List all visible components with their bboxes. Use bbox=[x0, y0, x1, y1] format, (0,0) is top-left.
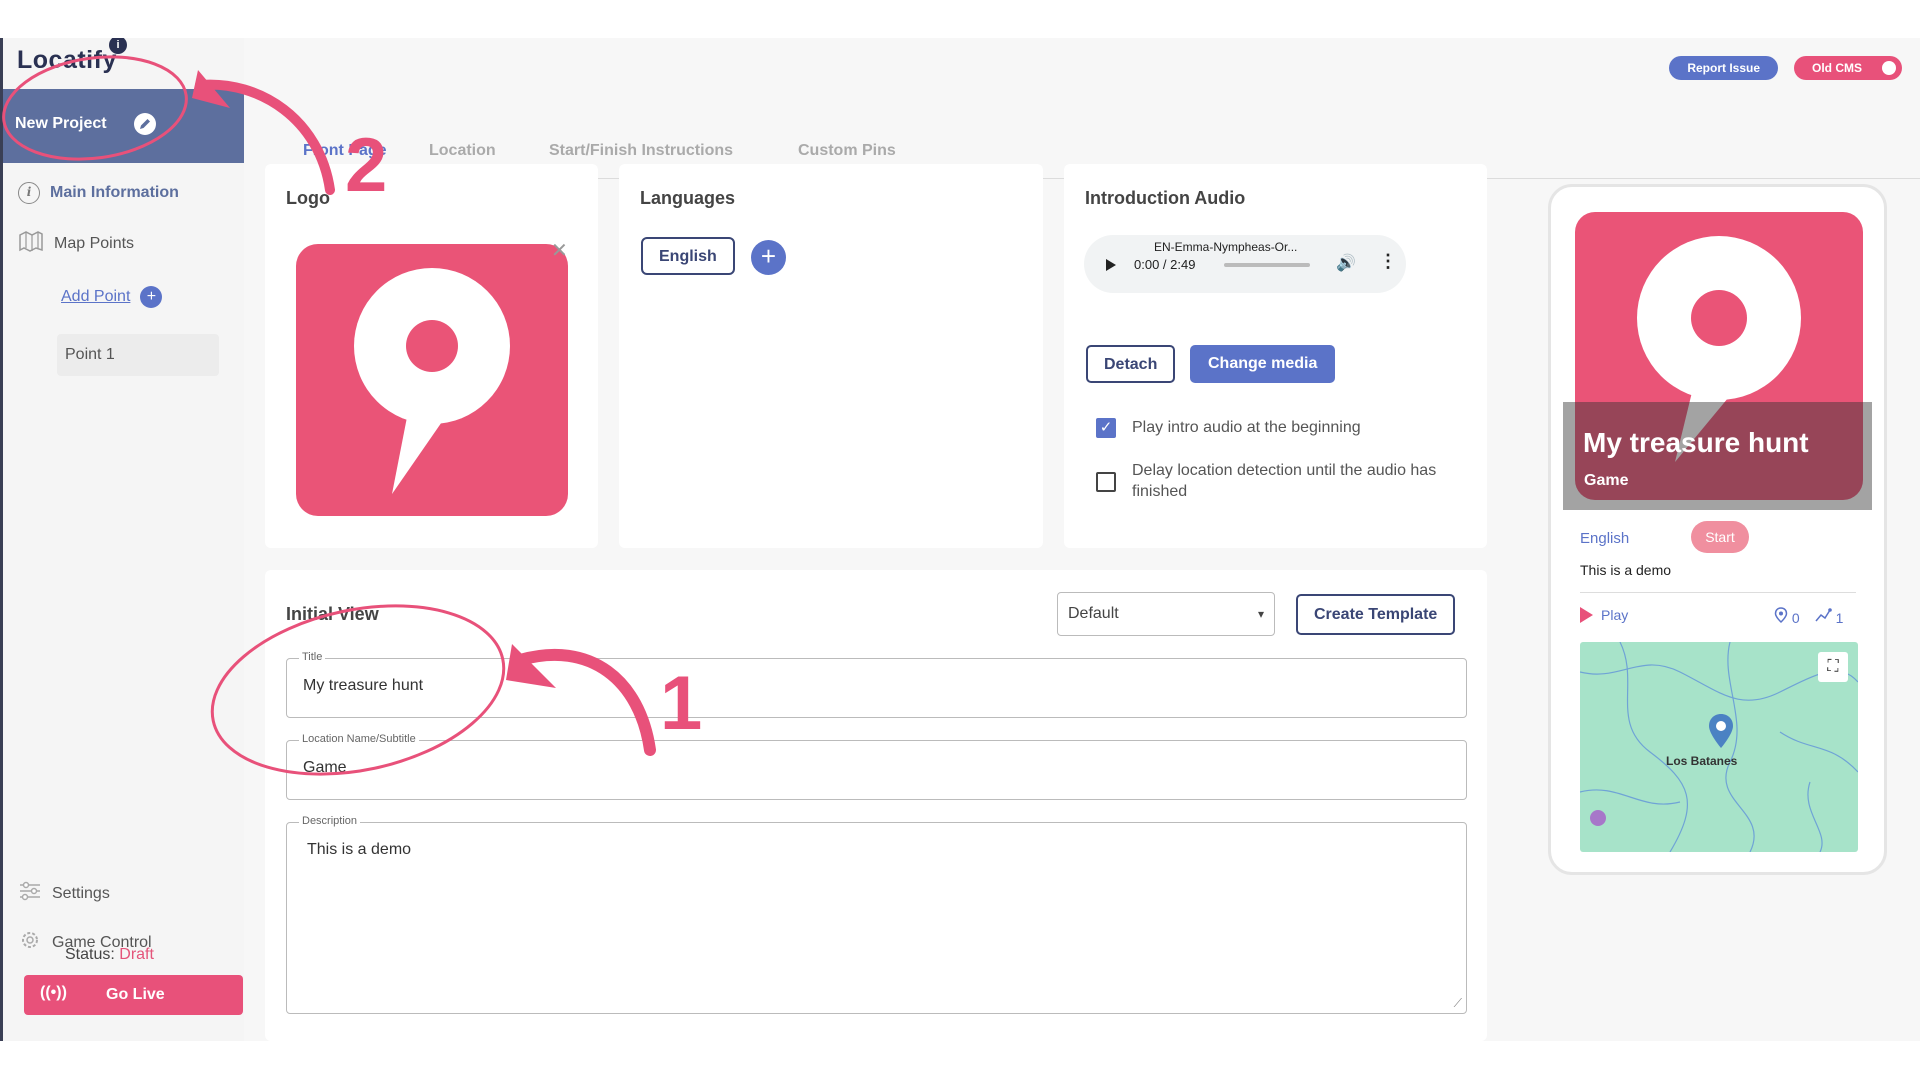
go-live-label: Go Live bbox=[106, 986, 165, 1003]
subtitle-field[interactable]: Location Name/Subtitle Game bbox=[286, 733, 1467, 800]
header-actions: Report Issue Old CMS bbox=[1669, 56, 1902, 80]
tab-start-finish-instructions[interactable]: Start/Finish Instructions bbox=[549, 142, 733, 160]
brand-name: Locatify bbox=[17, 46, 117, 74]
info-icon: i bbox=[18, 182, 40, 204]
chevron-down-icon: ▾ bbox=[1257, 607, 1264, 621]
detach-button[interactable]: Detach bbox=[1086, 345, 1176, 383]
card-title: Logo bbox=[286, 188, 330, 208]
preview-start-button[interactable]: Start bbox=[1691, 521, 1749, 553]
old-cms-label: Old CMS bbox=[1812, 61, 1862, 75]
delay-detection-label: Delay location detection until the audio… bbox=[1132, 462, 1437, 500]
language-chip-english[interactable]: English bbox=[641, 237, 735, 275]
route-count: 1 bbox=[1814, 607, 1844, 626]
status-badge: Draft bbox=[119, 946, 154, 963]
phone-preview: My treasure hunt Game English Start This… bbox=[1548, 184, 1887, 875]
add-point-button[interactable]: Add Point + bbox=[61, 286, 163, 308]
description-field-label: Description bbox=[299, 815, 361, 827]
audio-seek-slider[interactable] bbox=[1224, 263, 1310, 267]
project-header[interactable]: New Project bbox=[3, 89, 244, 163]
sidebar-item-label: Map Points bbox=[54, 234, 135, 252]
logo-image[interactable] bbox=[296, 244, 568, 516]
title-field-value: My treasure hunt bbox=[303, 677, 424, 694]
add-language-button[interactable]: + bbox=[751, 240, 786, 275]
tab-location[interactable]: Location bbox=[429, 142, 496, 160]
map-pin-icon[interactable] bbox=[1707, 712, 1735, 755]
preview-play-button[interactable]: Play bbox=[1580, 607, 1628, 623]
subtitle-field-label: Location Name/Subtitle bbox=[299, 733, 419, 745]
brand-logo: Locatify bbox=[17, 46, 117, 75]
audio-player: EN-Emma-Nympheas-Or... 0:00 / 2:49 🔊 ⋮ bbox=[1084, 235, 1406, 293]
plus-icon[interactable]: + bbox=[140, 286, 163, 308]
pin-count-value: 0 bbox=[1791, 610, 1800, 626]
project-name: New Project bbox=[15, 115, 107, 132]
card-title: Languages bbox=[640, 188, 736, 208]
route-count-value: 1 bbox=[1835, 610, 1844, 626]
sidebar-item-main-information[interactable]: i Main Information bbox=[18, 182, 179, 204]
change-media-button[interactable]: Change media bbox=[1190, 345, 1336, 383]
annotation-number-2: 2 bbox=[345, 123, 388, 208]
play-icon[interactable] bbox=[1106, 259, 1116, 271]
go-live-button[interactable]: ((•)) Go Live bbox=[24, 975, 243, 1015]
play-intro-label: Play intro audio at the beginning bbox=[1132, 419, 1361, 436]
brand-mark-icon: i bbox=[109, 38, 127, 54]
tab-custom-pins[interactable]: Custom Pins bbox=[798, 142, 896, 160]
sidebar-item-map-points[interactable]: Map Points bbox=[18, 230, 134, 257]
sidebar-item-settings[interactable]: Settings bbox=[18, 881, 110, 906]
logo-card: Logo ✕ bbox=[265, 164, 598, 548]
toggle-knob[interactable] bbox=[1882, 61, 1896, 75]
map-icon bbox=[18, 230, 44, 257]
template-select[interactable]: Default ▾ bbox=[1057, 592, 1275, 636]
broadcast-icon: ((•)) bbox=[40, 984, 67, 1001]
cms-app: Locatify i New Project i Main Informatio… bbox=[0, 38, 1920, 1041]
map-place-label: Los Batanes bbox=[1666, 754, 1738, 768]
sidebar-item-label: Main Information bbox=[50, 184, 179, 201]
status-text: Status: Draft bbox=[65, 946, 154, 964]
report-issue-button[interactable]: Report Issue bbox=[1669, 56, 1778, 80]
annotation-number-1: 1 bbox=[660, 661, 703, 746]
play-icon bbox=[1580, 607, 1593, 623]
audio-file-name: EN-Emma-Nympheas-Or... bbox=[1154, 240, 1298, 254]
gear-icon bbox=[18, 928, 42, 957]
add-point-label: Add Point bbox=[61, 288, 131, 305]
preview-stats: 0 1 bbox=[1774, 607, 1843, 626]
template-select-value: Default bbox=[1068, 605, 1119, 622]
more-options-icon[interactable]: ⋮ bbox=[1379, 251, 1397, 272]
audio-time: 0:00 / 2:49 bbox=[1134, 257, 1196, 272]
old-cms-toggle[interactable]: Old CMS bbox=[1794, 56, 1902, 80]
create-template-button[interactable]: Create Template bbox=[1296, 594, 1456, 635]
close-icon[interactable]: ✕ bbox=[551, 238, 568, 263]
subtitle-field-value: Game bbox=[303, 759, 347, 776]
status-label: Status: bbox=[65, 946, 115, 963]
preview-subtitle: Game bbox=[1584, 472, 1629, 489]
preview-title: My treasure hunt bbox=[1583, 427, 1809, 458]
initial-view-card: Initial View Default ▾ Create Template T… bbox=[265, 570, 1487, 1041]
title-field[interactable]: Title My treasure hunt bbox=[286, 651, 1467, 718]
pin-icon bbox=[1774, 607, 1788, 624]
card-title: Introduction Audio bbox=[1085, 188, 1246, 208]
card-title: Initial View bbox=[286, 604, 379, 624]
resize-handle-icon[interactable]: ⟋ bbox=[1454, 996, 1462, 1011]
user-location-icon bbox=[1590, 810, 1606, 826]
route-icon bbox=[1815, 608, 1832, 622]
divider bbox=[1580, 592, 1856, 593]
delay-detection-checkbox[interactable] bbox=[1096, 472, 1116, 492]
preview-language[interactable]: English bbox=[1580, 530, 1629, 547]
preview-play-label: Play bbox=[1601, 607, 1629, 623]
introduction-audio-card: Introduction Audio EN-Emma-Nympheas-Or..… bbox=[1064, 164, 1487, 548]
volume-icon[interactable]: 🔊 bbox=[1336, 253, 1356, 273]
sidebar: Locatify i New Project i Main Informatio… bbox=[0, 38, 244, 1041]
description-field[interactable]: Description This is a demo ⟋ bbox=[286, 815, 1467, 1014]
sidebar-item-label: Settings bbox=[52, 884, 110, 902]
pencil-icon[interactable] bbox=[134, 113, 156, 135]
title-field-label: Title bbox=[299, 651, 326, 663]
list-item-point[interactable]: Point 1 bbox=[57, 334, 219, 376]
preview-description: This is a demo bbox=[1580, 562, 1672, 578]
fullscreen-icon[interactable]: ⛶ bbox=[1818, 652, 1848, 682]
languages-card: Languages English + bbox=[619, 164, 1043, 548]
preview-map[interactable]: Los Batanes ⛶ bbox=[1580, 642, 1858, 852]
sliders-icon bbox=[18, 881, 42, 906]
pin-count: 0 bbox=[1774, 607, 1800, 626]
description-field-value: This is a demo bbox=[307, 841, 412, 858]
play-intro-checkbox[interactable]: ✓ bbox=[1096, 418, 1116, 438]
